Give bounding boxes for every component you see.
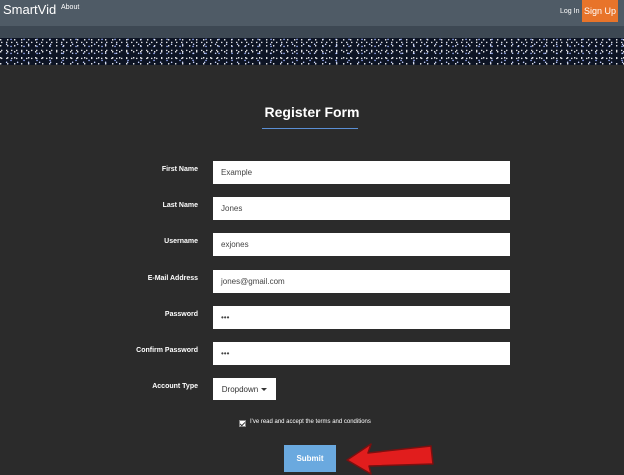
nav-link-about[interactable]: About (61, 4, 79, 11)
navbar-shade (0, 26, 624, 38)
first-name-label: First Name (161, 166, 198, 173)
username-field[interactable]: exjones (213, 233, 510, 256)
email-field[interactable]: jones@gmail.com (213, 270, 510, 293)
email-label: E-Mail Address (147, 275, 198, 282)
password-field[interactable]: ••• (213, 306, 510, 329)
first-name-field[interactable]: Example (213, 161, 510, 184)
terms-checkbox[interactable] (239, 420, 246, 427)
caret-down-icon (261, 387, 268, 391)
confirm-password-field[interactable]: ••• (213, 342, 510, 365)
top-navbar: SmartVid About Log In Sign Up (0, 0, 624, 26)
username-label: Username (164, 238, 198, 245)
red-arrow-icon (346, 443, 434, 475)
account-type-dropdown[interactable]: Dropdown (213, 378, 276, 400)
last-name-label: Last Name (162, 202, 198, 209)
brand-logo[interactable]: SmartVid (3, 2, 56, 17)
signup-button[interactable]: Sign Up (582, 0, 618, 22)
starfield-banner (0, 38, 624, 65)
title-underline (262, 128, 358, 129)
password-label: Password (164, 311, 198, 318)
last-name-field[interactable]: Jones (213, 197, 510, 220)
terms-label: I've read and accept the terms and condi… (250, 419, 371, 425)
account-type-value: Dropdown (221, 384, 259, 394)
page-title: Register Form (264, 104, 360, 120)
confirm-password-label: Confirm Password (136, 347, 198, 354)
submit-button[interactable]: Submit (284, 445, 336, 472)
nav-link-login[interactable]: Log In (560, 8, 579, 15)
account-type-label: Account Type (152, 383, 198, 390)
